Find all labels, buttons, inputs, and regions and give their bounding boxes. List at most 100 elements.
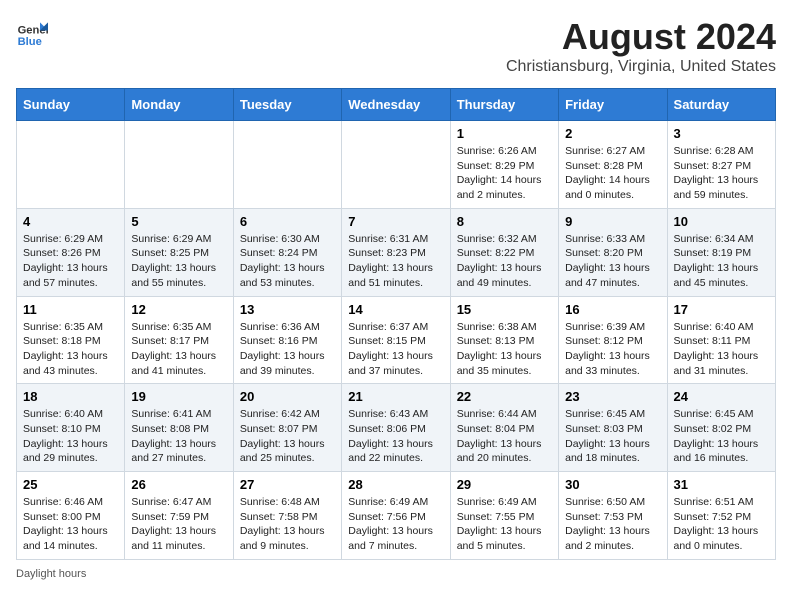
- day-cell: 24 Sunrise: 6:45 AM Sunset: 8:02 PM Dayli…: [667, 384, 775, 472]
- header-cell-saturday: Saturday: [667, 89, 775, 121]
- day-number: 8: [457, 214, 552, 229]
- day-info: Sunrise: 6:45 AM Sunset: 8:03 PM Dayligh…: [565, 407, 660, 466]
- day-cell: 26Sunrise: 6:47 AM Sunset: 7:59 PM Dayli…: [125, 472, 233, 560]
- day-cell: 8Sunrise: 6:32 AM Sunset: 8:22 PM Daylig…: [450, 208, 558, 296]
- day-info: Sunrise: 6:35 AM Sunset: 8:17 PM Dayligh…: [131, 320, 226, 379]
- day-info: Sunrise: 6:30 AM Sunset: 8:24 PM Dayligh…: [240, 232, 335, 291]
- day-number: 29: [457, 477, 552, 492]
- day-number: 10: [674, 214, 769, 229]
- day-cell: 28Sunrise: 6:49 AM Sunset: 7:56 PM Dayli…: [342, 472, 450, 560]
- svg-text:Blue: Blue: [18, 36, 42, 48]
- logo: General Blue: [16, 16, 48, 48]
- page-header: General Blue August 2024 Christiansburg,…: [16, 16, 776, 76]
- week-row-3: 11Sunrise: 6:35 AM Sunset: 8:18 PM Dayli…: [17, 296, 776, 384]
- header-cell-wednesday: Wednesday: [342, 89, 450, 121]
- calendar-header: SundayMondayTuesdayWednesdayThursdayFrid…: [17, 89, 776, 121]
- day-info: Sunrise: 6:47 AM Sunset: 7:59 PM Dayligh…: [131, 495, 226, 554]
- header-cell-friday: Friday: [559, 89, 667, 121]
- day-number: 25: [23, 477, 118, 492]
- day-info: Sunrise: 6:49 AM Sunset: 7:55 PM Dayligh…: [457, 495, 552, 554]
- day-number: 14: [348, 302, 443, 317]
- day-number: 12: [131, 302, 226, 317]
- day-number: 4: [23, 214, 118, 229]
- day-info: Sunrise: 6:27 AM Sunset: 8:28 PM Dayligh…: [565, 144, 660, 203]
- day-cell: 15Sunrise: 6:38 AM Sunset: 8:13 PM Dayli…: [450, 296, 558, 384]
- day-info: Sunrise: 6:45 AM Sunset: 8:02 PM Dayligh…: [674, 407, 769, 466]
- calendar-table: SundayMondayTuesdayWednesdayThursdayFrid…: [16, 88, 776, 560]
- day-cell: [233, 121, 341, 209]
- day-cell: 27Sunrise: 6:48 AM Sunset: 7:58 PM Dayli…: [233, 472, 341, 560]
- header-cell-tuesday: Tuesday: [233, 89, 341, 121]
- week-row-5: 25 Sunrise: 6:46 AM Sunset: 8:00 PM Dayli…: [17, 472, 776, 560]
- day-cell: 30Sunrise: 6:50 AM Sunset: 7:53 PM Dayli…: [559, 472, 667, 560]
- footer: Daylight hours: [16, 568, 776, 580]
- day-cell: 19 Sunrise: 6:41 AM Sunset: 8:08 PM Dayli…: [125, 384, 233, 472]
- day-number: 11: [23, 302, 118, 317]
- day-number: 18: [23, 389, 118, 404]
- day-cell: [125, 121, 233, 209]
- day-number: 24: [674, 389, 769, 404]
- header-cell-sunday: Sunday: [17, 89, 125, 121]
- day-cell: 4Sunrise: 6:29 AM Sunset: 8:26 PM Daylig…: [17, 208, 125, 296]
- day-cell: 5Sunrise: 6:29 AM Sunset: 8:25 PM Daylig…: [125, 208, 233, 296]
- day-number: 23: [565, 389, 660, 404]
- day-cell: [342, 121, 450, 209]
- day-cell: 18Sunrise: 6:40 AM Sunset: 8:10 PM Dayli…: [17, 384, 125, 472]
- day-info: Sunrise: 6:36 AM Sunset: 8:16 PM Dayligh…: [240, 320, 335, 379]
- day-cell: 6 Sunrise: 6:30 AM Sunset: 8:24 PM Daylig…: [233, 208, 341, 296]
- day-cell: 3 Sunrise: 6:28 AM Sunset: 8:27 PM Daylig…: [667, 121, 775, 209]
- day-cell: 14 Sunrise: 6:37 AM Sunset: 8:15 PM Dayli…: [342, 296, 450, 384]
- week-row-1: 1 Sunrise: 6:26 AM Sunset: 8:29 PM Daylig…: [17, 121, 776, 209]
- day-cell: 17 Sunrise: 6:40 AM Sunset: 8:11 PM Dayli…: [667, 296, 775, 384]
- day-number: 17: [674, 302, 769, 317]
- day-number: 5: [131, 214, 226, 229]
- day-info: Sunrise: 6:42 AM Sunset: 8:07 PM Dayligh…: [240, 407, 335, 466]
- week-row-4: 18Sunrise: 6:40 AM Sunset: 8:10 PM Dayli…: [17, 384, 776, 472]
- day-info: Sunrise: 6:43 AM Sunset: 8:06 PM Dayligh…: [348, 407, 443, 466]
- day-number: 6: [240, 214, 335, 229]
- day-number: 31: [674, 477, 769, 492]
- header-cell-thursday: Thursday: [450, 89, 558, 121]
- day-number: 13: [240, 302, 335, 317]
- day-info: Sunrise: 6:39 AM Sunset: 8:12 PM Dayligh…: [565, 320, 660, 379]
- daylight-label: Daylight hours: [16, 568, 86, 580]
- day-cell: [17, 121, 125, 209]
- day-info: Sunrise: 6:41 AM Sunset: 8:08 PM Dayligh…: [131, 407, 226, 466]
- day-info: Sunrise: 6:40 AM Sunset: 8:11 PM Dayligh…: [674, 320, 769, 379]
- day-cell: 21Sunrise: 6:43 AM Sunset: 8:06 PM Dayli…: [342, 384, 450, 472]
- day-number: 9: [565, 214, 660, 229]
- day-info: Sunrise: 6:46 AM Sunset: 8:00 PM Dayligh…: [23, 495, 118, 554]
- day-cell: 1 Sunrise: 6:26 AM Sunset: 8:29 PM Daylig…: [450, 121, 558, 209]
- day-number: 19: [131, 389, 226, 404]
- day-cell: 23 Sunrise: 6:45 AM Sunset: 8:03 PM Dayli…: [559, 384, 667, 472]
- day-info: Sunrise: 6:33 AM Sunset: 8:20 PM Dayligh…: [565, 232, 660, 291]
- day-info: Sunrise: 6:38 AM Sunset: 8:13 PM Dayligh…: [457, 320, 552, 379]
- day-cell: 31 Sunrise: 6:51 AM Sunset: 7:52 PM Dayli…: [667, 472, 775, 560]
- day-number: 16: [565, 302, 660, 317]
- day-number: 1: [457, 126, 552, 141]
- day-number: 3: [674, 126, 769, 141]
- day-number: 2: [565, 126, 660, 141]
- day-number: 7: [348, 214, 443, 229]
- day-info: Sunrise: 6:26 AM Sunset: 8:29 PM Dayligh…: [457, 144, 552, 203]
- day-cell: 11Sunrise: 6:35 AM Sunset: 8:18 PM Dayli…: [17, 296, 125, 384]
- day-number: 27: [240, 477, 335, 492]
- week-row-2: 4Sunrise: 6:29 AM Sunset: 8:26 PM Daylig…: [17, 208, 776, 296]
- day-cell: 7Sunrise: 6:31 AM Sunset: 8:23 PM Daylig…: [342, 208, 450, 296]
- day-number: 20: [240, 389, 335, 404]
- day-info: Sunrise: 6:28 AM Sunset: 8:27 PM Dayligh…: [674, 144, 769, 203]
- main-title: August 2024: [506, 16, 776, 58]
- header-row: SundayMondayTuesdayWednesdayThursdayFrid…: [17, 89, 776, 121]
- day-number: 22: [457, 389, 552, 404]
- day-cell: 2 Sunrise: 6:27 AM Sunset: 8:28 PM Daylig…: [559, 121, 667, 209]
- title-area: August 2024 Christiansburg, Virginia, Un…: [506, 16, 776, 76]
- day-cell: 10Sunrise: 6:34 AM Sunset: 8:19 PM Dayli…: [667, 208, 775, 296]
- day-cell: 20 Sunrise: 6:42 AM Sunset: 8:07 PM Dayli…: [233, 384, 341, 472]
- day-cell: 12 Sunrise: 6:35 AM Sunset: 8:17 PM Dayli…: [125, 296, 233, 384]
- day-info: Sunrise: 6:51 AM Sunset: 7:52 PM Dayligh…: [674, 495, 769, 554]
- day-info: Sunrise: 6:37 AM Sunset: 8:15 PM Dayligh…: [348, 320, 443, 379]
- day-info: Sunrise: 6:49 AM Sunset: 7:56 PM Dayligh…: [348, 495, 443, 554]
- calendar-body: 1 Sunrise: 6:26 AM Sunset: 8:29 PM Daylig…: [17, 121, 776, 560]
- day-cell: 13 Sunrise: 6:36 AM Sunset: 8:16 PM Dayli…: [233, 296, 341, 384]
- logo-icon: General Blue: [16, 16, 48, 48]
